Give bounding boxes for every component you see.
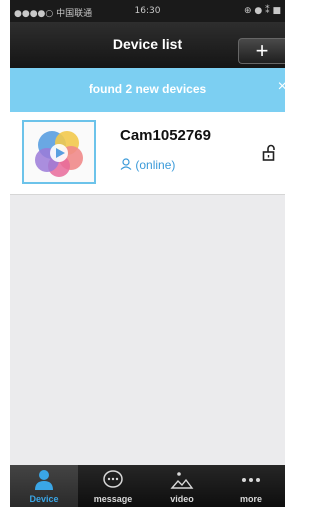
nav-bar: Device list + — [10, 22, 285, 68]
device-status-label: (online) — [135, 158, 176, 172]
person-icon — [35, 470, 53, 490]
close-icon[interactable]: × — [278, 79, 285, 95]
tab-device-label: Device — [29, 494, 59, 504]
image-icon — [170, 472, 194, 489]
tab-more-label: more — [239, 494, 262, 504]
device-name: Cam1052769 — [120, 127, 211, 144]
new-devices-banner[interactable]: found 2 new devices × — [10, 68, 285, 112]
tab-message[interactable]: message — [79, 465, 147, 507]
user-icon — [120, 158, 132, 170]
camera-logo-icon — [35, 131, 83, 177]
tab-more[interactable]: more — [217, 465, 285, 507]
status-system-icons: ⊕ ● ⁑ ■ — [244, 6, 281, 16]
more-dots-icon — [242, 478, 260, 482]
chat-bubble-icon — [103, 470, 123, 488]
unlock-icon[interactable] — [262, 144, 278, 167]
tab-video[interactable]: video — [148, 465, 216, 507]
device-status: (online) — [120, 158, 175, 172]
tab-message-label: message — [93, 494, 133, 504]
tab-video-label: video — [170, 494, 194, 504]
device-thumbnail[interactable] — [22, 120, 96, 184]
add-device-button[interactable]: + — [238, 38, 285, 64]
tab-bar: Device message video more — [10, 465, 285, 507]
tab-device[interactable]: Device — [10, 465, 78, 507]
device-list-screen: ●●●●○ 中国联通 16:30 ⊕ ● ⁑ ■ Device list + f… — [10, 0, 285, 507]
status-bar: ●●●●○ 中国联通 16:30 ⊕ ● ⁑ ■ — [10, 0, 285, 22]
device-list-item[interactable]: Cam1052769 (online) — [10, 112, 285, 195]
banner-message: found 2 new devices — [88, 82, 207, 96]
